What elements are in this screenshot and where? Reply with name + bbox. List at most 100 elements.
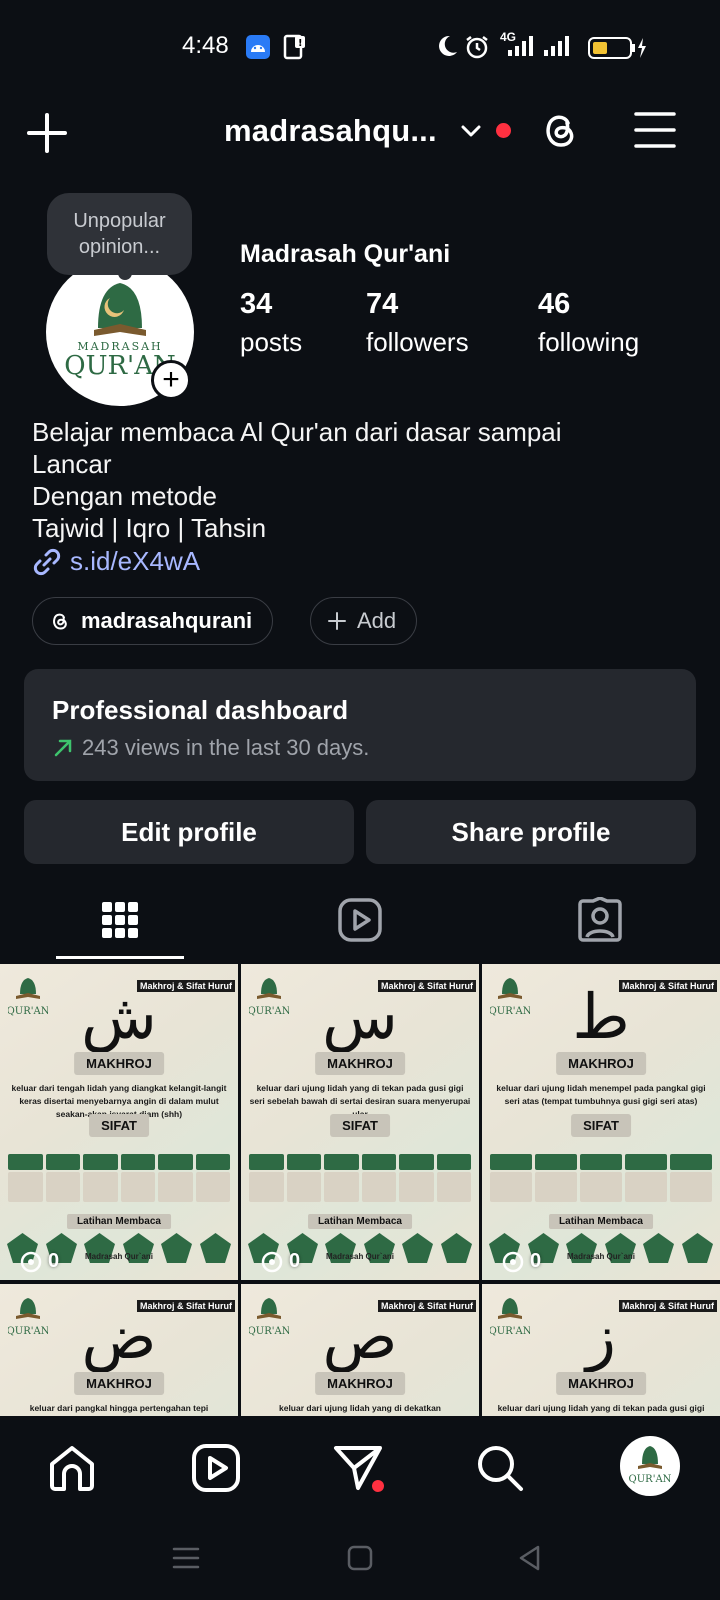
sifat-label: SIFAT bbox=[330, 1114, 390, 1137]
sifat-cell bbox=[625, 1154, 667, 1202]
stat-posts-count: 34 bbox=[240, 288, 273, 320]
tab-grid[interactable] bbox=[0, 880, 240, 960]
hamburger-menu-icon[interactable] bbox=[634, 110, 676, 150]
stat-followers-label: followers bbox=[366, 327, 469, 357]
back-icon[interactable] bbox=[516, 1544, 544, 1572]
sifat-table bbox=[490, 1154, 712, 1202]
profile-nav-avatar[interactable]: QUR'AN bbox=[620, 1436, 680, 1496]
threads-profile-chip[interactable]: madrasahqurani bbox=[32, 597, 274, 645]
profile-tabs bbox=[0, 880, 720, 960]
bio-line: Lancar bbox=[32, 449, 112, 479]
sifat-cell-head bbox=[249, 1154, 284, 1170]
sifat-cell-body bbox=[361, 1172, 396, 1202]
tab-tagged[interactable] bbox=[480, 880, 720, 960]
threads-chip-label: madrasahqurani bbox=[81, 608, 253, 633]
latihan-label: Latihan Membaca bbox=[308, 1214, 412, 1229]
sifat-cell-head bbox=[324, 1154, 359, 1170]
app-notification-icon bbox=[246, 35, 270, 59]
makhroj-label: MAKHROJ bbox=[315, 1052, 405, 1075]
sifat-cell bbox=[535, 1154, 577, 1202]
post-tile[interactable]: QUR'AN Makhroj & Sifat Huruf ض MAKHROJ k… bbox=[0, 1284, 238, 1416]
post-tile[interactable]: QUR'AN Makhroj & Sifat Huruf س MAKHROJ k… bbox=[241, 964, 479, 1280]
sifat-cell-body bbox=[625, 1172, 667, 1202]
post-tile[interactable]: QUR'AN Makhroj & Sifat Huruf ط MAKHROJ k… bbox=[482, 964, 720, 1280]
sim-info-icon: ! bbox=[283, 34, 305, 60]
svg-text:!: ! bbox=[298, 38, 303, 49]
note-bubble[interactable]: Unpopular opinion... bbox=[47, 193, 192, 275]
post-tile[interactable]: QUR'AN Makhroj & Sifat Huruf ش MAKHROJ k… bbox=[0, 964, 238, 1280]
reels-nav-icon[interactable] bbox=[190, 1442, 242, 1494]
latihan-label: Latihan Membaca bbox=[549, 1214, 653, 1229]
sifat-table bbox=[8, 1154, 230, 1202]
add-link-chip[interactable]: Add bbox=[310, 597, 418, 645]
threads-icon[interactable] bbox=[538, 108, 582, 152]
makhroj-label: MAKHROJ bbox=[74, 1052, 164, 1075]
svg-text:QUR'AN: QUR'AN bbox=[629, 1474, 672, 1485]
plus-icon bbox=[328, 612, 346, 630]
dashboard-subtitle: 243 views in the last 30 days. bbox=[52, 735, 369, 761]
sifat-cell-body bbox=[535, 1172, 577, 1202]
sifat-cell bbox=[8, 1154, 43, 1202]
profile-header: madrasahqu... bbox=[0, 96, 720, 168]
sifat-cell bbox=[45, 1154, 80, 1202]
search-icon[interactable] bbox=[474, 1442, 526, 1494]
post-tile[interactable]: QUR'AN Makhroj & Sifat Huruf ز MAKHROJ k… bbox=[482, 1284, 720, 1416]
sifat-cell bbox=[158, 1154, 193, 1202]
sifat-cell-body bbox=[580, 1172, 622, 1202]
post-footer: Madrasah Qur`ani bbox=[566, 1252, 635, 1261]
stat-posts[interactable]: 34 posts bbox=[240, 288, 302, 358]
direct-message-icon[interactable] bbox=[332, 1442, 384, 1494]
madrasah-logo: QUR'AN bbox=[629, 1446, 672, 1485]
sifat-cell-body bbox=[249, 1172, 284, 1202]
sifat-cell-head bbox=[286, 1154, 321, 1170]
sifat-cell-head bbox=[670, 1154, 712, 1170]
sifat-cell-head bbox=[535, 1154, 577, 1170]
chevron-down-icon[interactable] bbox=[458, 118, 484, 144]
sifat-cell bbox=[249, 1154, 284, 1202]
post-footer: Madrasah Qur`ani bbox=[325, 1252, 394, 1261]
link-icon bbox=[33, 548, 61, 575]
alarm-icon bbox=[466, 36, 488, 59]
dnd-moon-icon bbox=[439, 35, 457, 56]
stat-following-label: following bbox=[538, 327, 640, 357]
stat-followers-count: 74 bbox=[366, 288, 399, 320]
signal-icon-1 bbox=[508, 36, 533, 56]
account-switcher-username[interactable]: madrasahqu... bbox=[224, 113, 437, 149]
latihan-label: Latihan Membaca bbox=[67, 1214, 171, 1229]
home-button-icon[interactable] bbox=[346, 1544, 374, 1572]
arabic-letter: ط bbox=[572, 980, 630, 1053]
bio-link[interactable]: s.id/eX4wA bbox=[32, 546, 200, 577]
sifat-cell-head bbox=[580, 1154, 622, 1170]
sifat-cell-body bbox=[8, 1172, 43, 1202]
sifat-cell-body bbox=[399, 1172, 434, 1202]
tab-reels[interactable] bbox=[240, 880, 480, 960]
arabic-letter: ض bbox=[81, 1300, 157, 1373]
active-tab-indicator bbox=[56, 956, 184, 959]
arabic-letter: ش bbox=[81, 980, 157, 1053]
sifat-cell-body bbox=[120, 1172, 155, 1202]
edit-profile-button[interactable]: Edit profile bbox=[24, 800, 354, 864]
home-icon[interactable] bbox=[46, 1442, 98, 1494]
recent-apps-icon[interactable] bbox=[172, 1544, 200, 1572]
add-story-button[interactable]: + bbox=[151, 360, 191, 400]
sifat-cell-body bbox=[436, 1172, 471, 1202]
note-bubble-tail bbox=[118, 266, 132, 280]
sifat-cell-head bbox=[625, 1154, 667, 1170]
stat-followers[interactable]: 74 followers bbox=[366, 288, 469, 358]
sifat-cell-head bbox=[83, 1154, 118, 1170]
share-profile-button[interactable]: Share profile bbox=[366, 800, 696, 864]
sifat-cell-head bbox=[361, 1154, 396, 1170]
posts-grid: QUR'AN Makhroj & Sifat Huruf ش MAKHROJ k… bbox=[0, 964, 720, 1416]
professional-dashboard[interactable]: Professional dashboard 243 views in the … bbox=[24, 669, 696, 781]
post-tile[interactable]: QUR'AN Makhroj & Sifat Huruf ص MAKHROJ k… bbox=[241, 1284, 479, 1416]
stat-following[interactable]: 46 following bbox=[538, 288, 639, 358]
create-plus-icon[interactable] bbox=[26, 112, 68, 154]
sifat-cell-body bbox=[195, 1172, 230, 1202]
sifat-cell bbox=[670, 1154, 712, 1202]
sifat-cell-head bbox=[120, 1154, 155, 1170]
sifat-label: SIFAT bbox=[571, 1114, 631, 1137]
status-bar: 4:48 ! 4G bbox=[0, 0, 720, 96]
makhroj-label: MAKHROJ bbox=[74, 1372, 164, 1395]
sifat-cell-body bbox=[324, 1172, 359, 1202]
sifat-cell-body bbox=[83, 1172, 118, 1202]
